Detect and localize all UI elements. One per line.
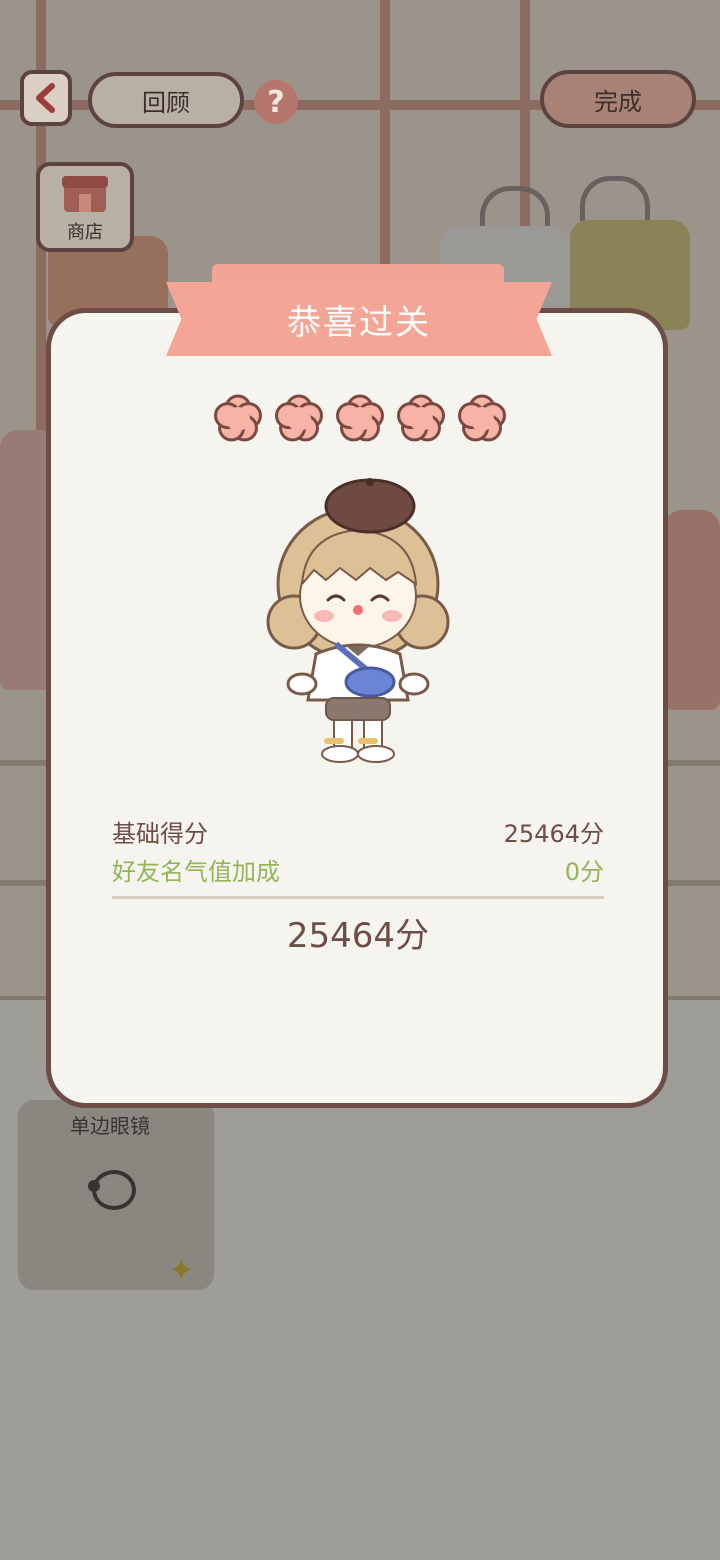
shop-label: 商店 <box>67 222 103 243</box>
base-score-value: 25464分 <box>503 820 604 848</box>
item-name: 单边眼镜 <box>70 1114 150 1138</box>
base-score-row: 基础得分 25464分 <box>112 814 604 849</box>
help-icon[interactable]: ? <box>254 80 298 124</box>
star-icon <box>336 394 384 442</box>
total-score: 25464分 <box>286 916 430 956</box>
title-banner: 恭喜过关 <box>166 264 552 360</box>
dialog-title: 恭喜过关 <box>287 302 431 343</box>
shop-button[interactable]: 商店 <box>36 162 134 252</box>
review-button[interactable]: 回顾 <box>88 72 244 128</box>
star-icon <box>397 394 445 442</box>
bonus-label: 好友名气值加成 <box>112 858 280 886</box>
star-icon <box>275 394 323 442</box>
shop-icon <box>62 176 108 212</box>
monocle-icon <box>92 1170 136 1210</box>
chevron-left-icon <box>36 83 55 113</box>
star-icon <box>214 394 262 442</box>
bonus-score-row: 好友名气值加成 0分 <box>112 852 604 887</box>
divider <box>112 896 604 899</box>
done-button[interactable]: 完成 <box>540 70 696 128</box>
bonus-value: 0分 <box>564 858 604 886</box>
base-score-label: 基础得分 <box>112 820 208 848</box>
sparkle-icon: ✦ <box>168 1251 195 1289</box>
back-button[interactable] <box>20 70 72 126</box>
star-icon <box>458 394 506 442</box>
star-rating <box>212 392 508 448</box>
banner-ribbon: 恭喜过关 <box>166 282 552 356</box>
character-illustration <box>266 478 450 763</box>
